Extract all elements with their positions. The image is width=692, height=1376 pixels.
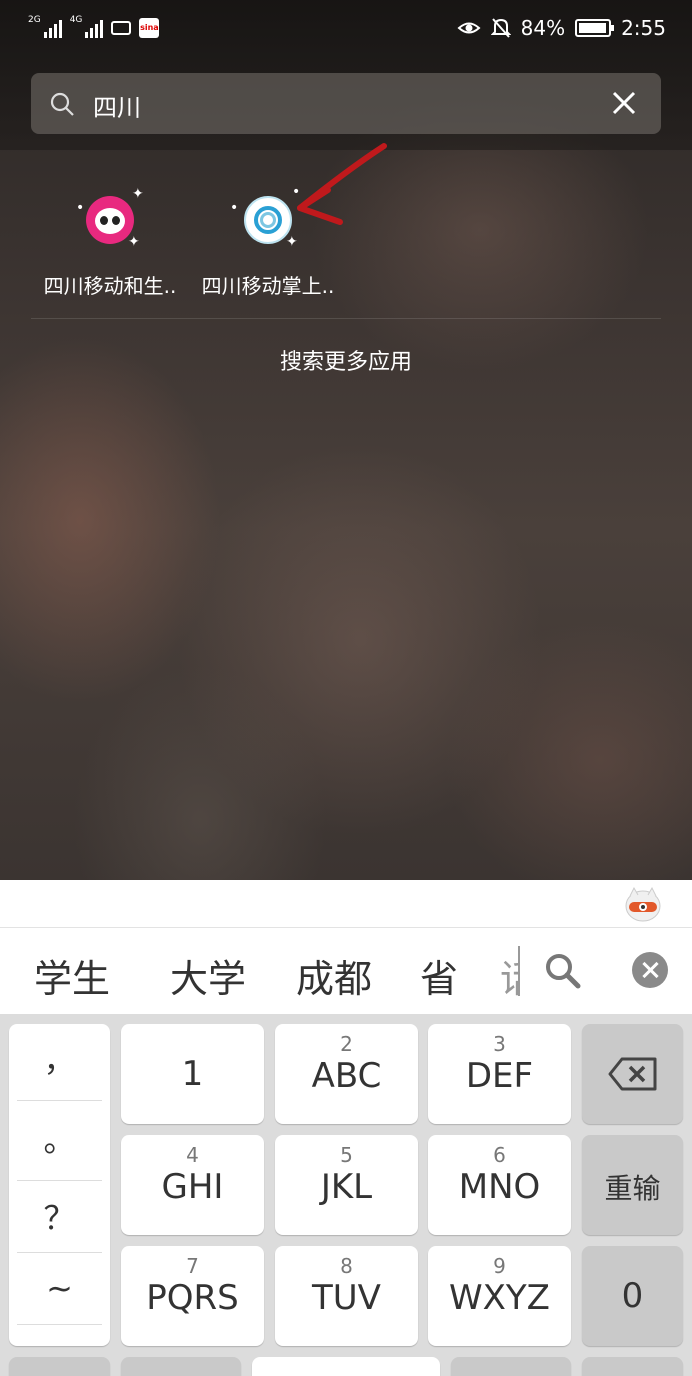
keyboard-toolbar xyxy=(0,880,692,928)
backspace-icon xyxy=(608,1057,657,1091)
search-input[interactable]: 四川 xyxy=(93,88,141,123)
app-result-sichuan-mobile-life[interactable]: ✦ • ✦ 四川移动和生.. xyxy=(30,186,190,299)
app-label: 四川移动和生.. xyxy=(43,274,177,298)
key-8-tuv[interactable]: 8 TUV xyxy=(275,1246,418,1346)
sparkle-icon: ✦ xyxy=(132,186,144,202)
clock: 2:55 xyxy=(621,16,666,40)
annotation-arrow-icon xyxy=(297,143,387,225)
weibo-notification-icon: sina xyxy=(139,18,160,38)
key-5-jkl[interactable]: 5 JKL xyxy=(275,1135,418,1235)
bell-muted-icon xyxy=(490,18,511,38)
sparkle-icon: • xyxy=(230,200,239,216)
sparkle-icon: ✦ xyxy=(286,234,298,250)
punct-key[interactable]: ？ xyxy=(9,1182,110,1254)
punct-key[interactable]: ~ xyxy=(9,1252,110,1324)
key-1[interactable]: 1 xyxy=(121,1024,264,1124)
key-3-def[interactable]: 3 DEF xyxy=(428,1024,571,1124)
search-icon[interactable] xyxy=(544,952,582,990)
search-icon xyxy=(50,92,74,116)
key-2-abc[interactable]: 2 ABC xyxy=(275,1024,418,1124)
close-candidates-icon[interactable] xyxy=(632,952,668,988)
sparkle-icon: • xyxy=(76,200,85,216)
battery-percent: 84% xyxy=(520,16,566,40)
battery-icon xyxy=(575,19,615,37)
clear-search-icon[interactable] xyxy=(611,90,637,116)
punctuation-column: ， 。 ？ ~ xyxy=(9,1024,110,1346)
retype-key[interactable]: 重输 xyxy=(582,1135,683,1235)
candidate-word[interactable]: 省 xyxy=(420,948,458,1003)
signal-icon-2: 4G xyxy=(70,16,104,38)
app-label: 四川移动掌上.. xyxy=(201,274,335,298)
candidate-word[interactable]: 学生 xyxy=(34,948,110,1003)
candidate-word[interactable]: 成都 xyxy=(296,948,372,1003)
number-mode-key[interactable] xyxy=(451,1357,571,1376)
space-key[interactable] xyxy=(252,1357,440,1376)
candidate-divider xyxy=(518,946,520,996)
key-9-wxyz[interactable]: 9 WXYZ xyxy=(428,1246,571,1346)
punct-key[interactable]: ， xyxy=(9,1024,110,1096)
search-more-apps-link[interactable]: 搜索更多应用 xyxy=(0,344,692,376)
candidate-word[interactable]: 话 xyxy=(500,948,519,1003)
search-bar[interactable]: 四川 xyxy=(31,73,661,134)
symbols-key[interactable] xyxy=(9,1357,110,1376)
keyboard-notification-icon xyxy=(111,21,132,35)
backspace-key[interactable] xyxy=(582,1024,683,1124)
eye-comfort-icon xyxy=(457,22,481,34)
key-4-ghi[interactable]: 4 GHI xyxy=(121,1135,264,1235)
key-0[interactable]: 0 xyxy=(582,1246,683,1346)
key-6-mno[interactable]: 6 MNO xyxy=(428,1135,571,1235)
enter-key[interactable] xyxy=(582,1357,683,1376)
divider xyxy=(31,318,661,319)
t9-keypad: ， 。 ？ ~ 1 2 ABC 3 DEF 4 GHI 5 JKL 6 MNO xyxy=(0,1014,692,1376)
punct-key[interactable]: 。 xyxy=(9,1104,110,1176)
candidate-word[interactable]: 大学 xyxy=(170,948,246,1003)
signal-icon-1: 2G xyxy=(28,16,62,38)
ime-mascot-icon[interactable] xyxy=(624,886,662,922)
sparkle-icon: ✦ xyxy=(128,234,140,250)
language-key[interactable] xyxy=(121,1357,241,1376)
status-bar: 2G 4G sina 84% 2:55 xyxy=(0,0,692,58)
candidate-bar: 学生 大学 成都 省 话 xyxy=(0,928,692,1014)
panda-app-icon xyxy=(86,196,134,244)
key-7-pqrs[interactable]: 7 PQRS xyxy=(121,1246,264,1346)
